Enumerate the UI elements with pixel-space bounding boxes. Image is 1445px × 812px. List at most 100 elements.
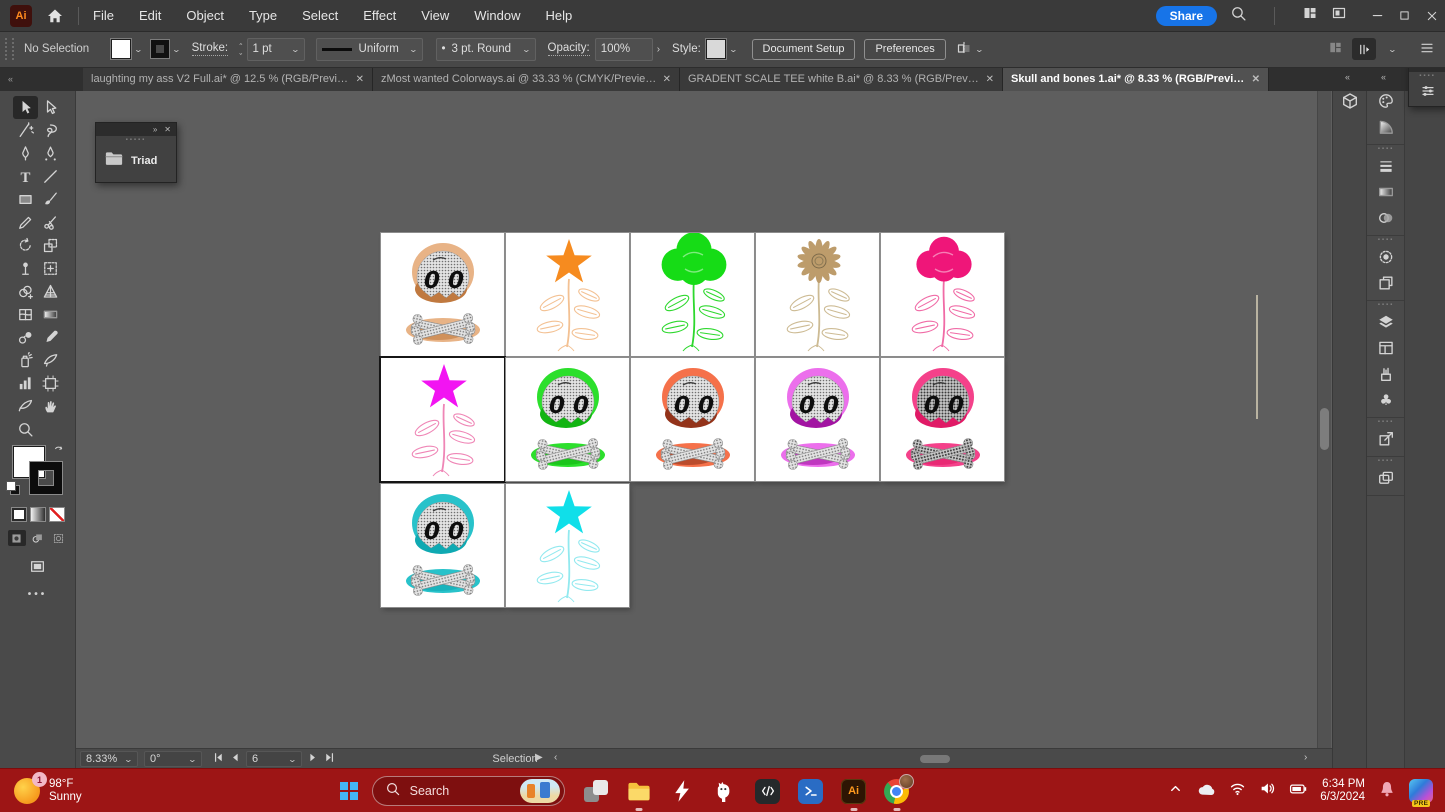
menu-type[interactable]: Type <box>249 8 277 23</box>
artboard-2[interactable] <box>506 233 629 356</box>
shaper-tool-icon[interactable] <box>13 211 38 234</box>
arrange-documents-icon[interactable] <box>1302 5 1318 26</box>
close-icon[interactable]: ✕ <box>164 125 171 134</box>
chrome-icon[interactable] <box>884 778 910 804</box>
draw-inside-icon[interactable] <box>50 530 68 546</box>
appearance-panel-icon[interactable] <box>1367 244 1405 270</box>
start-button[interactable] <box>340 782 358 800</box>
battery-icon[interactable] <box>1289 780 1307 803</box>
search-icon[interactable] <box>1230 5 1247 27</box>
artboard-1[interactable]: 0 0 <box>381 233 504 356</box>
chevron-down-icon[interactable]: ⌄ <box>172 45 181 54</box>
volume-icon[interactable] <box>1259 780 1276 802</box>
llama-app-icon[interactable] <box>712 778 738 804</box>
tab-close-icon[interactable]: ✕ <box>1252 74 1260 85</box>
brushes-panel-icon[interactable] <box>1367 361 1405 387</box>
chevron-down-icon[interactable]: ⌄ <box>728 45 737 54</box>
menu-file[interactable]: File <box>93 8 114 23</box>
stroke-weight-field[interactable]: 1 pt⌄ <box>247 38 305 61</box>
drag-grip[interactable] <box>5 38 14 60</box>
workspace-switcher-icon[interactable] <box>1352 38 1376 60</box>
symbols-panel-icon[interactable]: ♣ <box>1367 387 1405 413</box>
stroke-swatch[interactable] <box>151 40 169 58</box>
zoom-level-dropdown[interactable]: 8.33%⌄ <box>80 751 138 767</box>
direct-selection-tool-icon[interactable] <box>38 96 63 119</box>
menu-help[interactable]: Help <box>545 8 572 23</box>
none-button[interactable] <box>49 507 65 522</box>
first-artboard-icon[interactable] <box>212 751 225 767</box>
document-tab-1[interactable]: laughting my ass V2 Full.ai* @ 12.5 % (R… <box>83 67 373 91</box>
panel-expand-icon[interactable]: » <box>153 125 157 134</box>
artboards-panel-icon[interactable] <box>1367 335 1405 361</box>
toolbar-collapse-icon[interactable]: « <box>0 67 83 91</box>
document-tab-3[interactable]: GRADENT SCALE TEE white B.ai* @ 8.33 % (… <box>680 67 1003 91</box>
panel-grip[interactable]: ▪▪▪▪ <box>1409 72 1445 80</box>
draw-behind-icon[interactable] <box>29 530 47 546</box>
share-button[interactable]: Share <box>1156 6 1217 26</box>
type-tool-icon[interactable]: T <box>13 165 38 188</box>
menu-object[interactable]: Object <box>186 8 224 23</box>
brush-dropdown[interactable]: • 3 pt. Round⌄ <box>436 38 536 61</box>
puppet-warp-tool-icon[interactable] <box>13 257 38 280</box>
file-explorer-icon[interactable] <box>626 778 652 804</box>
style-swatch[interactable] <box>706 39 726 59</box>
illustrator-icon[interactable]: Ai <box>841 778 867 804</box>
onedrive-icon[interactable] <box>1196 779 1216 804</box>
next-artboard-icon[interactable] <box>306 751 319 767</box>
paintbrush-tool-icon[interactable] <box>38 188 63 211</box>
magic-wand-tool-icon[interactable] <box>13 119 38 142</box>
opacity-label[interactable]: Opacity: <box>548 42 590 56</box>
panel-grip[interactable]: ▪▪▪▪ <box>1367 301 1405 309</box>
preferences-button[interactable]: Preferences <box>864 39 945 60</box>
chevron-down-icon[interactable]: ⌄ <box>134 45 143 54</box>
edit-toolbar-icon[interactable]: ••• <box>0 589 75 600</box>
slice-tool-icon[interactable] <box>38 349 63 372</box>
menu-effect[interactable]: Effect <box>363 8 396 23</box>
dock-collapse-icon[interactable]: « <box>1381 72 1385 82</box>
eyedropper-tool-icon[interactable] <box>38 326 63 349</box>
gradient-panel-icon[interactable] <box>1367 179 1405 205</box>
last-artboard-icon[interactable] <box>323 751 336 767</box>
clock[interactable]: 6:34 PM 6/3/2024 <box>1320 778 1365 804</box>
rotate-tool-icon[interactable] <box>13 234 38 257</box>
stroke-stepper[interactable]: ⌃⌃ <box>238 44 243 54</box>
panel-grip[interactable]: ▪▪▪▪ <box>1367 457 1405 465</box>
copilot-icon[interactable]: PRE <box>1409 779 1433 803</box>
artboard-11[interactable]: 0 0 <box>381 484 504 607</box>
properties-icon[interactable] <box>1409 80 1445 106</box>
hand-tool-icon[interactable] <box>38 395 63 418</box>
graph-tool-icon[interactable] <box>13 372 38 395</box>
blend-tool-icon[interactable] <box>13 326 38 349</box>
artboard-5[interactable] <box>881 233 1004 356</box>
artboard-8[interactable]: 0 0 <box>631 358 754 481</box>
screen-mode-icon[interactable] <box>0 558 75 575</box>
panel-grip[interactable]: ▪▪▪▪ <box>1367 418 1405 426</box>
stroke-color-indicator[interactable] <box>30 462 62 494</box>
dock-collapse-icon[interactable]: « <box>1345 72 1349 82</box>
home-icon[interactable] <box>46 7 64 25</box>
artboard-3[interactable] <box>631 233 754 356</box>
tray-chevron-icon[interactable] <box>1168 781 1183 801</box>
artboard-9[interactable]: 0 0 <box>756 358 879 481</box>
panel-list-icon[interactable] <box>1419 40 1435 59</box>
document-setup-button[interactable]: Document Setup <box>752 39 856 60</box>
lasso-tool-icon[interactable] <box>38 119 63 142</box>
prev-artboard-icon[interactable] <box>229 751 242 767</box>
menu-select[interactable]: Select <box>302 8 338 23</box>
menu-view[interactable]: View <box>421 8 449 23</box>
task-view-icon[interactable] <box>583 778 609 804</box>
close-icon[interactable] <box>1418 2 1445 29</box>
fill-swatch[interactable] <box>111 39 131 59</box>
tab-close-icon[interactable]: ✕ <box>986 74 994 85</box>
default-fill-stroke-icon[interactable] <box>6 481 20 495</box>
transparency-panel-icon[interactable] <box>1367 205 1405 231</box>
maximize-icon[interactable] <box>1391 2 1418 29</box>
chevron-down-icon[interactable]: ⌄ <box>974 45 983 54</box>
opacity-field[interactable]: 100% <box>595 38 653 61</box>
document-layout-icon[interactable] <box>1331 5 1347 26</box>
panel-grip[interactable]: ▪▪▪▪ <box>1367 236 1405 244</box>
shape-builder-tool-icon[interactable] <box>13 280 38 303</box>
panel-grip[interactable]: ▪▪▪▪ <box>1367 145 1405 153</box>
weather-widget[interactable]: 1 98°F Sunny <box>14 778 82 804</box>
line-segment-tool-icon[interactable] <box>38 165 63 188</box>
